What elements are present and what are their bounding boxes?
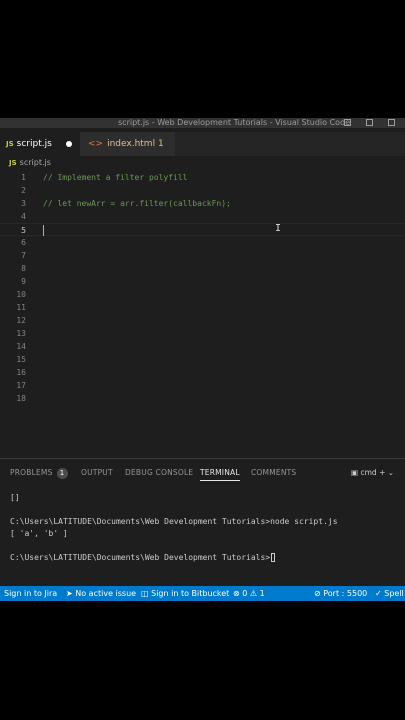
code-line[interactable]: 9	[0, 275, 405, 288]
terminal-line: C:\Users\LATITUDE\Documents\Web Developm…	[10, 517, 338, 526]
tab-label: OUTPUT	[81, 468, 113, 477]
vscode-window: script.js - Web Development Tutorials - …	[0, 118, 405, 601]
error-count: 0	[242, 589, 248, 598]
line-number: 6	[21, 238, 26, 247]
tab-output[interactable]: OUTPUT	[81, 467, 113, 479]
layout-panel-icon[interactable]	[366, 119, 373, 126]
spell-label: Spell	[384, 589, 404, 598]
jira-icon: ➤	[66, 589, 73, 598]
line-number: 12	[16, 316, 26, 325]
code-line[interactable]: 16	[0, 366, 405, 379]
code-line[interactable]: 12	[0, 314, 405, 327]
line-number: 8	[21, 264, 26, 273]
line-number: 4	[21, 212, 26, 221]
javascript-file-icon: JS	[6, 140, 14, 148]
code-line[interactable]: 7	[0, 249, 405, 262]
line-number: 2	[21, 186, 26, 195]
code-line[interactable]: 5	[0, 223, 405, 236]
chevron-down-icon[interactable]: ⌄	[388, 468, 394, 477]
terminal-line: [ 'a', 'b' ]	[10, 529, 68, 538]
jira-signin[interactable]: Sign in to Jira	[4, 586, 57, 601]
bitbucket-signin[interactable]: ◫ Sign in to Bitbucket	[141, 586, 229, 601]
warning-icon: ⚠	[249, 589, 258, 598]
line-number: 11	[16, 303, 26, 312]
terminal-prompt-line: C:\Users\LATITUDE\Documents\Web Developm…	[10, 552, 276, 564]
terminal-line: []	[10, 493, 20, 502]
code-line[interactable]: 10	[0, 288, 405, 301]
terminal-prompt: C:\Users\LATITUDE\Documents\Web Developm…	[10, 553, 271, 562]
editor-tab-bar: JS script.js <> index.html 1	[0, 132, 405, 156]
check-icon: ✓	[375, 589, 382, 598]
layout-sidebar-icon[interactable]	[388, 119, 395, 126]
code-line[interactable]: 18	[0, 392, 405, 405]
line-number: 17	[16, 381, 26, 390]
line-number: 13	[16, 329, 26, 338]
broadcast-icon: ⊘	[314, 589, 321, 598]
editor-caret	[43, 225, 44, 236]
code-line[interactable]: 1 // Implement a filter polyfill	[0, 171, 405, 184]
tab-terminal[interactable]: TERMINAL	[200, 467, 240, 481]
code-line[interactable]: 13	[0, 327, 405, 340]
line-number: 16	[16, 368, 26, 377]
code-line[interactable]: 3 // let newArr = arr.filter(callbackFn);	[0, 197, 405, 210]
code-text: // Implement a filter polyfill	[43, 173, 188, 182]
jira-issue-status[interactable]: ➤ No active issue	[66, 586, 136, 601]
line-number: 3	[21, 199, 26, 208]
error-icon: ⊗	[233, 589, 240, 598]
code-line[interactable]: 17	[0, 379, 405, 392]
line-number: 9	[21, 277, 26, 286]
code-line[interactable]: 6	[0, 236, 405, 249]
jira-issue-label: No active issue	[75, 589, 137, 598]
status-bar: Sign in to Jira ➤ No active issue ◫ Sign…	[0, 586, 405, 601]
terminal-icon: ▣	[351, 468, 359, 477]
code-line[interactable]: 11	[0, 301, 405, 314]
tab-label: script.js	[16, 139, 52, 149]
bottom-panel: PROBLEMS 1 OUTPUT DEBUG CONSOLE TERMINAL …	[0, 458, 405, 588]
tab-label: COMMENTS	[251, 468, 297, 477]
tab-script-js[interactable]: JS script.js	[0, 132, 80, 156]
layout-toggle-icon[interactable]	[344, 119, 351, 126]
line-number: 14	[16, 342, 26, 351]
line-number: 15	[16, 355, 26, 364]
tab-problems[interactable]: PROBLEMS 1	[10, 467, 68, 479]
bitbucket-icon: ◫	[141, 589, 149, 598]
problems-status[interactable]: ⊗ 0 ⚠ 1	[233, 586, 265, 601]
terminal-shell: cmd	[360, 468, 377, 477]
code-line[interactable]: 8	[0, 262, 405, 275]
javascript-file-icon: JS	[9, 159, 17, 167]
problems-count-badge: 1	[56, 467, 68, 479]
html-file-icon: <>	[88, 139, 104, 149]
tab-label: PROBLEMS	[10, 468, 53, 477]
bitbucket-label: Sign in to Bitbucket	[151, 589, 230, 598]
code-text: // let newArr = arr.filter(callbackFn);	[43, 199, 231, 208]
code-editor[interactable]: 1 // Implement a filter polyfill 2 3 // let …	[0, 169, 405, 459]
tab-comments[interactable]: COMMENTS	[251, 467, 296, 479]
tab-index-html[interactable]: <> index.html 1	[80, 132, 175, 156]
terminal-cursor	[271, 553, 276, 562]
code-line[interactable]: 15	[0, 353, 405, 366]
unsaved-dot-icon[interactable]	[66, 141, 72, 147]
tab-label: DEBUG CONSOLE	[125, 468, 194, 477]
window-title: script.js - Web Development Tutorials - …	[118, 118, 351, 127]
line-number: 7	[21, 251, 26, 260]
live-server-port[interactable]: ⊘ Port : 5500	[314, 586, 367, 601]
text-cursor-icon: I	[275, 223, 282, 234]
breadcrumb[interactable]: JS script.js	[9, 156, 51, 169]
port-label: Port : 5500	[323, 589, 368, 598]
tab-label: index.html 1	[107, 139, 164, 149]
code-line[interactable]: 14	[0, 340, 405, 353]
line-number: 1	[21, 173, 26, 182]
line-number: 10	[16, 290, 26, 299]
add-terminal-icon[interactable]: +	[379, 468, 385, 477]
terminal-selector[interactable]: ▣ cmd + ⌄	[351, 467, 394, 479]
tab-label: TERMINAL	[200, 468, 240, 477]
breadcrumb-file[interactable]: script.js	[20, 158, 51, 167]
warning-count: 1	[259, 589, 265, 598]
code-line[interactable]: 4	[0, 210, 405, 223]
title-bar: script.js - Web Development Tutorials - …	[0, 118, 405, 128]
tab-debug-console[interactable]: DEBUG CONSOLE	[125, 467, 193, 479]
spell-check[interactable]: ✓ Spell	[375, 586, 404, 601]
code-line[interactable]: 2	[0, 184, 405, 197]
line-number: 18	[16, 394, 26, 403]
